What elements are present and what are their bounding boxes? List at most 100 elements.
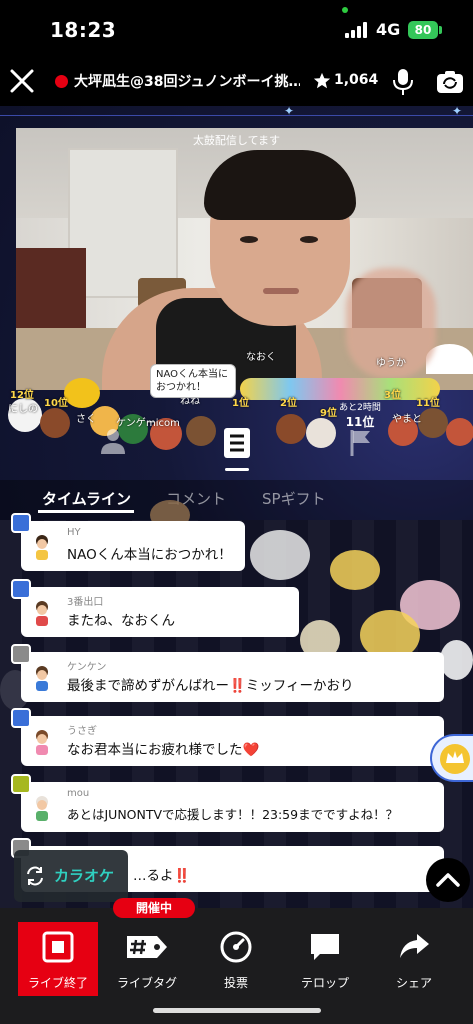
hashtag-tag-icon [127, 936, 167, 958]
star-icon [313, 72, 331, 89]
rank-label: 2位 [280, 398, 297, 409]
viewer-avatar [186, 416, 216, 446]
microphone-icon[interactable] [391, 67, 415, 97]
fan-badge-icon [11, 708, 31, 728]
streamer-mouth [263, 288, 299, 294]
deco-sticker [440, 640, 473, 680]
home-indicator[interactable] [153, 1008, 321, 1013]
close-icon[interactable] [9, 68, 35, 94]
comment-item[interactable]: ケンケン 最後まで諦めずがんばれー‼️ミッフィーかおり [11, 644, 444, 702]
deco-sticker [250, 530, 310, 580]
comment-user: mou [67, 788, 90, 799]
viewer-avatar-parade: 12位 10位 1位 2位 3位 9位 11位 にしの さく ケンゲー mico… [0, 352, 473, 478]
telop-label: テロップ [300, 976, 349, 990]
viewer-avatar [40, 408, 70, 438]
share-button[interactable]: シェア [374, 922, 454, 996]
status-bar: 18:23 4G 80 [0, 0, 473, 60]
tab-sp-gift[interactable]: SPギフト [262, 488, 326, 509]
gift-badge-button[interactable] [430, 734, 473, 782]
comment-user: 3番出口 [67, 597, 104, 608]
karaoke-button[interactable]: カラオケ [14, 850, 128, 902]
user-avatar [36, 535, 48, 560]
comment-item[interactable]: うさぎ なお君本当にお疲れ様でした❤️ [11, 708, 444, 766]
viewer-avatar [418, 408, 448, 438]
comment-text: あとはJUNONTVで応援します！！23:59までですよね！？ [67, 807, 399, 822]
viewer-avatar [446, 418, 473, 446]
comment-user: HY [67, 527, 81, 538]
speech-bubble-icon [311, 934, 339, 960]
rank-label: 10位 [44, 398, 68, 409]
scroll-up-button[interactable] [426, 858, 470, 902]
person-view-icon[interactable] [98, 426, 128, 456]
viewer-name: micom [146, 418, 180, 429]
vote-label: 投票 [223, 976, 248, 990]
status-time: 18:23 [50, 18, 117, 42]
bottom-action-bar: ライブ終了 ライブタグ 投票 テロップ シェア [0, 908, 473, 1024]
rank-label: 12位 [10, 390, 34, 401]
battery-tip [439, 26, 442, 34]
telop-button[interactable]: テロップ [285, 922, 365, 996]
fan-badge-icon [11, 774, 31, 794]
share-arrow-icon [400, 934, 429, 958]
tab-timeline[interactable]: タイムライン [42, 488, 131, 509]
viewer-name: さく [76, 414, 96, 425]
end-live-button[interactable]: ライブ終了 [18, 922, 98, 996]
streamer-eye [240, 236, 258, 243]
live-tag-button[interactable]: ライブタグ [107, 922, 187, 996]
gift-message-bubble: NAOくん本当におつかれ！ [150, 364, 236, 398]
rank-label: 3位 [384, 390, 401, 401]
streamer-eye [300, 236, 318, 243]
viewer-name: にしの [8, 404, 38, 415]
vote-button[interactable]: 投票 [196, 922, 276, 996]
live-indicator-dot [55, 75, 68, 88]
comment-text: またね、なおくん [67, 613, 175, 629]
live-tag-status-badge: 開催中 [113, 898, 195, 918]
stream-caption: 太鼓配信してます [192, 134, 281, 147]
ranking-overlay[interactable]: あと2時間 11位 [334, 400, 386, 430]
comment-item[interactable]: 3番出口 またね、なおくん [11, 579, 299, 637]
comment-tabs: タイムライン コメント SPギフト [0, 480, 473, 520]
comment-user: ケンケン [67, 662, 107, 673]
comment-text: なお君本当にお疲れ様でした❤️ [67, 742, 260, 758]
rank-label: 1位 [232, 398, 249, 409]
live-tag-label: ライブタグ [116, 976, 177, 990]
viewer-avatar-row [240, 378, 440, 400]
user-avatar [36, 730, 48, 755]
battery-icon: 80 [408, 21, 438, 39]
user-avatar [36, 796, 48, 821]
comment-user: うさぎ [67, 726, 97, 737]
deco-sticker [330, 550, 380, 590]
comment-text: NAOくん本当におつかれ！ [67, 547, 232, 563]
end-live-label: ライブ終了 [27, 976, 88, 990]
fan-badge-icon [11, 513, 31, 533]
comment-text: …るよ‼️ [133, 868, 191, 884]
network-type: 4G [376, 20, 401, 39]
comment-item[interactable]: mou あとはJUNONTVで応援します！！23:59までですよね！？ [11, 774, 444, 832]
live-header: 大坪凪生@38回ジュノンボーイ挑… 1,064 [0, 60, 473, 106]
sparkle: ✦ [452, 106, 463, 118]
switch-camera-icon[interactable] [435, 68, 465, 96]
chevron-up-icon [436, 873, 460, 887]
viewer-name: なおく [246, 352, 276, 363]
rank-label: 11位 [416, 398, 440, 409]
streamer-hair [204, 150, 356, 220]
comment-text: 最後まで諦めずがんばれー‼️ミッフィーかおり [67, 678, 354, 694]
fan-badge-icon [11, 579, 31, 599]
star-count: 1,064 [334, 72, 379, 88]
view-mode-underline [225, 468, 249, 471]
broadcast-title[interactable]: 大坪凪生@38回ジュノンボーイ挑… [74, 71, 300, 91]
viewer-name: ゆうか [376, 358, 406, 369]
list-view-icon[interactable] [222, 426, 252, 460]
viewer-avatar [306, 418, 336, 448]
flag-icon[interactable] [348, 428, 374, 458]
mic-in-use-indicator [342, 7, 348, 13]
stage-top-line [0, 115, 473, 116]
viewer-avatar [276, 414, 306, 444]
crown-icon [440, 744, 470, 774]
ranking-time-remaining: あと2時間 [339, 403, 381, 413]
live-video[interactable] [16, 128, 473, 390]
user-avatar [36, 666, 48, 691]
signal-icon [345, 22, 371, 38]
comment-item[interactable]: HY NAOくん本当におつかれ！ [11, 513, 245, 571]
refresh-icon [27, 866, 43, 886]
